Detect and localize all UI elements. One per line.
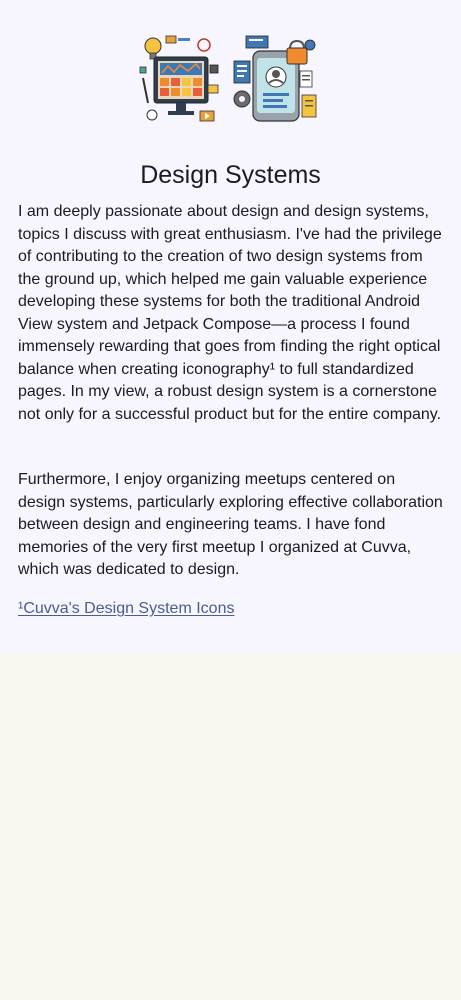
padlock-icon bbox=[286, 39, 308, 65]
cuvva-icons-link[interactable]: ¹Cuvva's Design System Icons bbox=[18, 598, 234, 620]
monitor-icon bbox=[153, 56, 209, 115]
lightbulb-icon bbox=[144, 37, 162, 60]
page-title: Design Systems bbox=[140, 161, 321, 189]
design-systems-illustration bbox=[139, 35, 317, 122]
design-systems-card: Design Systems I am deeply passionate ab… bbox=[0, 0, 461, 653]
meetups-paragraph: Furthermore, I enjoy organizing meetups … bbox=[18, 471, 443, 578]
intro-paragraph: I am deeply passionate about design and … bbox=[18, 203, 442, 423]
gear-icon bbox=[233, 90, 251, 108]
